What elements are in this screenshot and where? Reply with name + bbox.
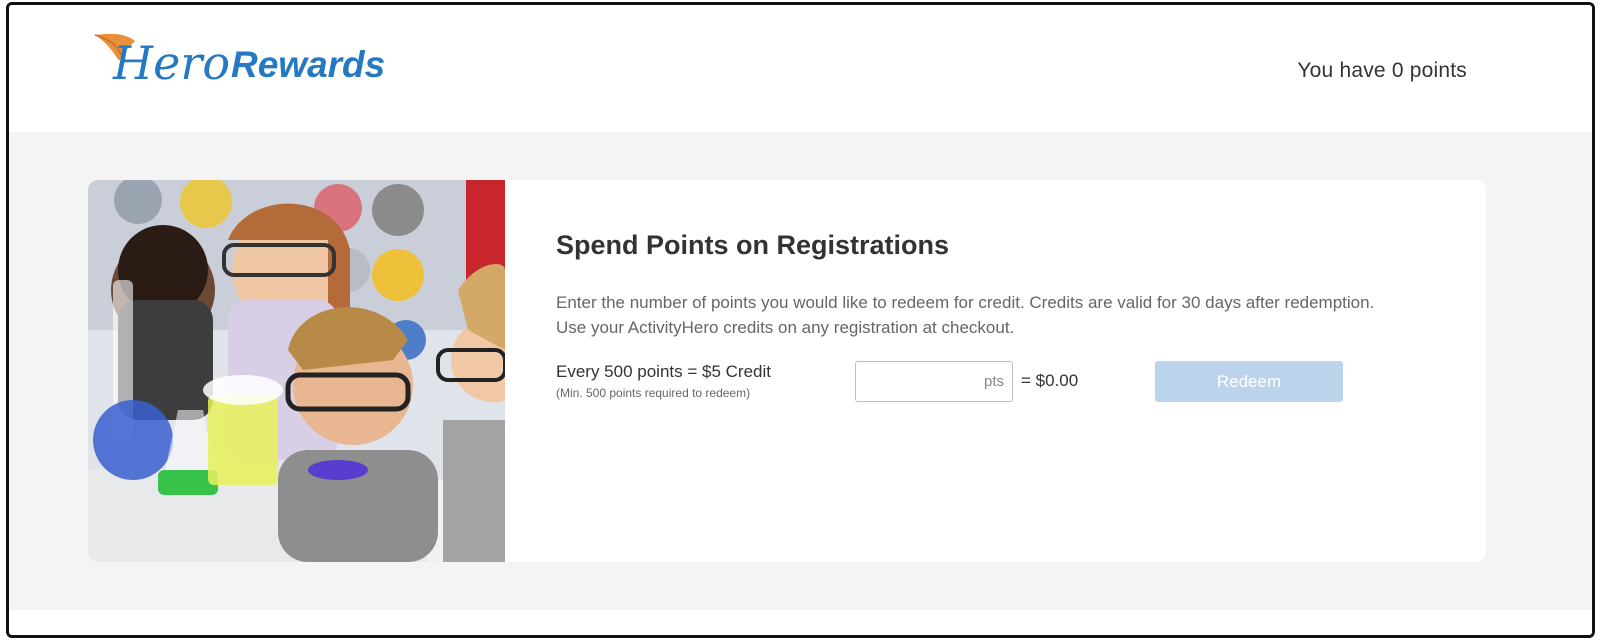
points-input-suffix: pts bbox=[983, 373, 1004, 390]
conversion-rate-label: Every 500 points = $5 Credit bbox=[556, 362, 771, 381]
logo-script-text: Hero bbox=[112, 36, 230, 90]
credit-value: = $0.00 bbox=[1021, 371, 1079, 390]
points-input-container: pts bbox=[855, 361, 1013, 402]
points-input[interactable] bbox=[856, 362, 974, 401]
main-area: Spend Points on Registrations Enter the … bbox=[9, 132, 1592, 610]
conversion-rate-block: Every 500 points = $5 Credit (Min. 500 p… bbox=[556, 362, 771, 400]
bottom-strip bbox=[9, 610, 1592, 635]
points-balance: You have 0 points bbox=[1297, 59, 1467, 82]
minimum-note: (Min. 500 points required to redeem) bbox=[556, 386, 751, 400]
redeem-description: Enter the number of points you would lik… bbox=[556, 293, 1375, 337]
redeem-button[interactable]: Redeem bbox=[1155, 361, 1343, 402]
hero-rewards-logo[interactable]: Hero Rewards bbox=[91, 27, 411, 107]
kids-science-photo bbox=[88, 180, 505, 562]
page-title: Spend Points on Registrations bbox=[556, 230, 950, 260]
app-frame: Hero Rewards You have 0 points Spend Poi… bbox=[6, 2, 1595, 638]
redeem-card: Spend Points on Registrations Enter the … bbox=[88, 180, 1486, 562]
logo-bold-text: Rewards bbox=[231, 44, 385, 85]
redeem-content: Spend Points on Registrations Enter the … bbox=[556, 180, 1436, 562]
header: Hero Rewards You have 0 points bbox=[9, 5, 1592, 132]
